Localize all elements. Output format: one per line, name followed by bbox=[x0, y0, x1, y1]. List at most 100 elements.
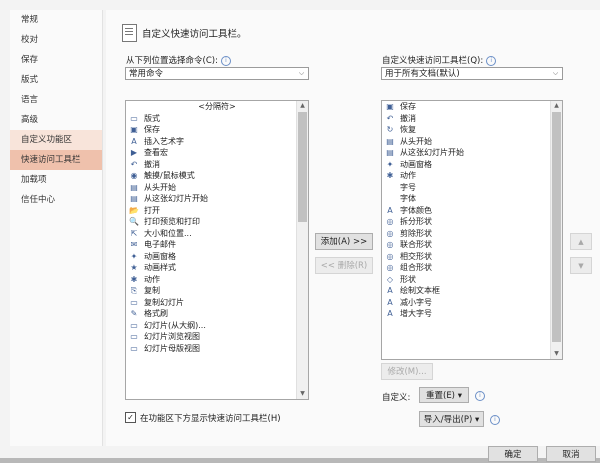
add-button[interactable]: 添加(A) >> bbox=[315, 233, 373, 250]
list-item[interactable]: A插入艺术字▸ bbox=[126, 136, 308, 148]
list-item[interactable]: ▭ 复制幻灯片 bbox=[126, 297, 308, 309]
list-item[interactable]: ▤ 从头开始 bbox=[382, 136, 562, 148]
list-item[interactable]: ◎ 剪除形状 bbox=[382, 228, 562, 240]
list-item[interactable]: ▤ 从这张幻灯片开始 bbox=[126, 193, 308, 205]
list-item-label: 恢复 bbox=[400, 125, 416, 134]
list-item[interactable]: 字体I▾ bbox=[382, 193, 562, 205]
toolbar-commands-list[interactable]: ▣保存↶撤消|▸↻ 恢复 ▤从头开始▤从这张幻灯片开始✦动画窗格✱动作字号I▾字体I… bbox=[381, 100, 563, 360]
list-item[interactable]: ◎ 组合形状 bbox=[382, 262, 562, 274]
reset-button[interactable]: 重置(E) ▾ bbox=[419, 387, 469, 403]
left-list-scrollbar[interactable]: ▲ ▼ bbox=[296, 101, 308, 399]
info-icon: i bbox=[220, 55, 231, 66]
list-item[interactable]: A 减小字号 bbox=[382, 297, 562, 309]
sidebar-item-quick-access-toolbar[interactable]: 快速访问工具栏 bbox=[10, 150, 102, 170]
list-item[interactable]: ▶ 查看宏 bbox=[126, 147, 308, 159]
sidebar-item-add-ins[interactable]: 加载项 bbox=[10, 170, 102, 190]
info-icon: i bbox=[490, 415, 500, 425]
list-item[interactable]: ◎ 相交形状 bbox=[382, 251, 562, 263]
list-item[interactable]: ▭版式▸ bbox=[126, 113, 308, 125]
list-item[interactable]: ▤ 从这张幻灯片开始 bbox=[382, 147, 562, 159]
scroll-up-icon[interactable]: ▲ bbox=[297, 101, 308, 111]
command-icon: ◎ bbox=[386, 240, 394, 249]
list-item[interactable]: ✱ 动作 bbox=[126, 274, 308, 286]
list-item[interactable]: 🔍 打印预览和打印 bbox=[126, 216, 308, 228]
list-item[interactable]: ▣ 保存 bbox=[126, 124, 308, 136]
list-item[interactable]: ⎘ 复制 bbox=[126, 285, 308, 297]
list-item[interactable]: ✦ 动画窗格 bbox=[382, 159, 562, 171]
sidebar-item-advanced[interactable]: 高级 bbox=[10, 110, 102, 130]
choose-commands-dropdown[interactable]: 常用命令 ⌵ bbox=[125, 67, 309, 80]
command-icon: ▭ bbox=[130, 297, 138, 307]
scroll-thumb[interactable] bbox=[298, 112, 307, 222]
ok-button[interactable]: 确定 bbox=[488, 446, 538, 462]
list-item-label: 撤消 bbox=[144, 159, 160, 169]
list-item[interactable]: A 绘制文本框 bbox=[382, 285, 562, 297]
command-icon: ↶ bbox=[386, 113, 394, 123]
command-icon: A bbox=[387, 309, 393, 318]
list-item[interactable]: ◎ 联合形状 bbox=[382, 239, 562, 251]
list-item[interactable]: ◇形状▸ bbox=[382, 274, 562, 286]
scroll-up-icon[interactable]: ▲ bbox=[551, 101, 562, 111]
options-main-panel: 自定义快速访问工具栏。 从下列位置选择命令(C): i 常用命令 ⌵ 自定义快速访… bbox=[106, 10, 600, 446]
remove-button[interactable]: << 删除(R) bbox=[315, 257, 373, 274]
modify-button[interactable]: 修改(M)... bbox=[381, 363, 433, 380]
move-up-button[interactable]: ▲ bbox=[570, 233, 592, 250]
command-icon: ✱ bbox=[386, 171, 394, 180]
list-item-label: 增大字号 bbox=[400, 309, 432, 318]
list-item[interactable]: ✦ 动画窗格 bbox=[126, 251, 308, 263]
command-icon: ◉ bbox=[130, 171, 138, 180]
list-item[interactable]: A字体颜色|▸ bbox=[382, 205, 562, 217]
list-item-label: 联合形状 bbox=[400, 240, 432, 249]
list-item[interactable]: ✱ 动作 bbox=[382, 170, 562, 182]
list-item[interactable]: ✎ 格式刷 bbox=[126, 308, 308, 320]
list-item-label: 形状 bbox=[400, 274, 416, 284]
command-icon: A bbox=[131, 136, 137, 146]
list-item[interactable]: <分隔符> bbox=[126, 101, 308, 113]
sidebar-item-trust-center[interactable]: 信任中心 bbox=[10, 190, 102, 210]
right-list-scrollbar[interactable]: ▲ ▼ bbox=[550, 101, 562, 359]
import-export-button[interactable]: 导入/导出(P) ▾ bbox=[419, 411, 484, 427]
powerpoint-options-dialog: 常规 校对 保存 版式 语言 高级 自定义功能区 快速访问工具栏 加载项 信任中… bbox=[0, 0, 600, 462]
list-item[interactable]: A 增大字号 bbox=[382, 308, 562, 320]
list-item[interactable]: ◉触摸/鼠标模式▸ bbox=[126, 170, 308, 182]
list-item[interactable]: ▭ 幻灯片母版视图 bbox=[126, 343, 308, 355]
list-item[interactable]: ▣ 保存 bbox=[382, 101, 562, 113]
command-icon: ↻ bbox=[386, 125, 394, 134]
list-item[interactable]: 字号I▾ bbox=[382, 182, 562, 194]
list-item[interactable]: ▭ 幻灯片浏览视图 bbox=[126, 331, 308, 343]
available-commands-list[interactable]: <分隔符> ▭版式▸▣保存A插入艺术字▸▶查看宏↶撤消|▸◉触摸/鼠标模式▸▤从头… bbox=[125, 100, 309, 400]
list-item[interactable]: ↻ 恢复 bbox=[382, 124, 562, 136]
sidebar-item-general[interactable]: 常规 bbox=[10, 10, 102, 30]
list-item[interactable]: 📂 打开 bbox=[126, 205, 308, 217]
list-item[interactable]: ▭ 幻灯片(从大纲)... bbox=[126, 320, 308, 332]
command-icon: ▭ bbox=[130, 332, 138, 341]
list-item-label: <分隔符> bbox=[198, 102, 236, 111]
list-item-label: 组合形状 bbox=[400, 263, 432, 272]
list-item-label: 动画窗格 bbox=[400, 159, 432, 169]
list-item[interactable]: ★动画样式▸ bbox=[126, 262, 308, 274]
list-item-label: 动作 bbox=[144, 274, 160, 284]
customize-toolbar-dropdown[interactable]: 用于所有文档(默认) ⌵ bbox=[381, 67, 563, 80]
list-item-label: 格式刷 bbox=[144, 309, 168, 318]
scroll-thumb[interactable] bbox=[552, 112, 561, 342]
command-icon: ▶ bbox=[130, 148, 138, 157]
scroll-down-icon[interactable]: ▼ bbox=[551, 349, 562, 359]
list-item-label: 动画窗格 bbox=[144, 251, 176, 261]
list-item[interactable]: ✉ 电子邮件 bbox=[126, 239, 308, 251]
sidebar-item-customize-ribbon[interactable]: 自定义功能区 bbox=[10, 130, 102, 150]
show-below-ribbon-checkbox[interactable]: ✓ bbox=[125, 412, 136, 423]
command-icon: A bbox=[387, 286, 393, 295]
sidebar-item-save[interactable]: 保存 bbox=[10, 50, 102, 70]
list-item[interactable]: ↶撤消|▸ bbox=[382, 113, 562, 125]
scroll-down-icon[interactable]: ▼ bbox=[297, 389, 308, 399]
move-down-button[interactable]: ▼ bbox=[570, 257, 592, 274]
list-item[interactable]: ▤ 从头开始 bbox=[126, 182, 308, 194]
sidebar-item-layout[interactable]: 版式 bbox=[10, 70, 102, 90]
cancel-button[interactable]: 取消 bbox=[546, 446, 596, 462]
list-item[interactable]: ↶撤消|▸ bbox=[126, 159, 308, 171]
sidebar-item-language[interactable]: 语言 bbox=[10, 90, 102, 110]
info-icon: i bbox=[475, 391, 485, 401]
sidebar-item-proofing[interactable]: 校对 bbox=[10, 30, 102, 50]
list-item[interactable]: ⇱ 大小和位置... bbox=[126, 228, 308, 240]
list-item[interactable]: ◎ 拆分形状 bbox=[382, 216, 562, 228]
